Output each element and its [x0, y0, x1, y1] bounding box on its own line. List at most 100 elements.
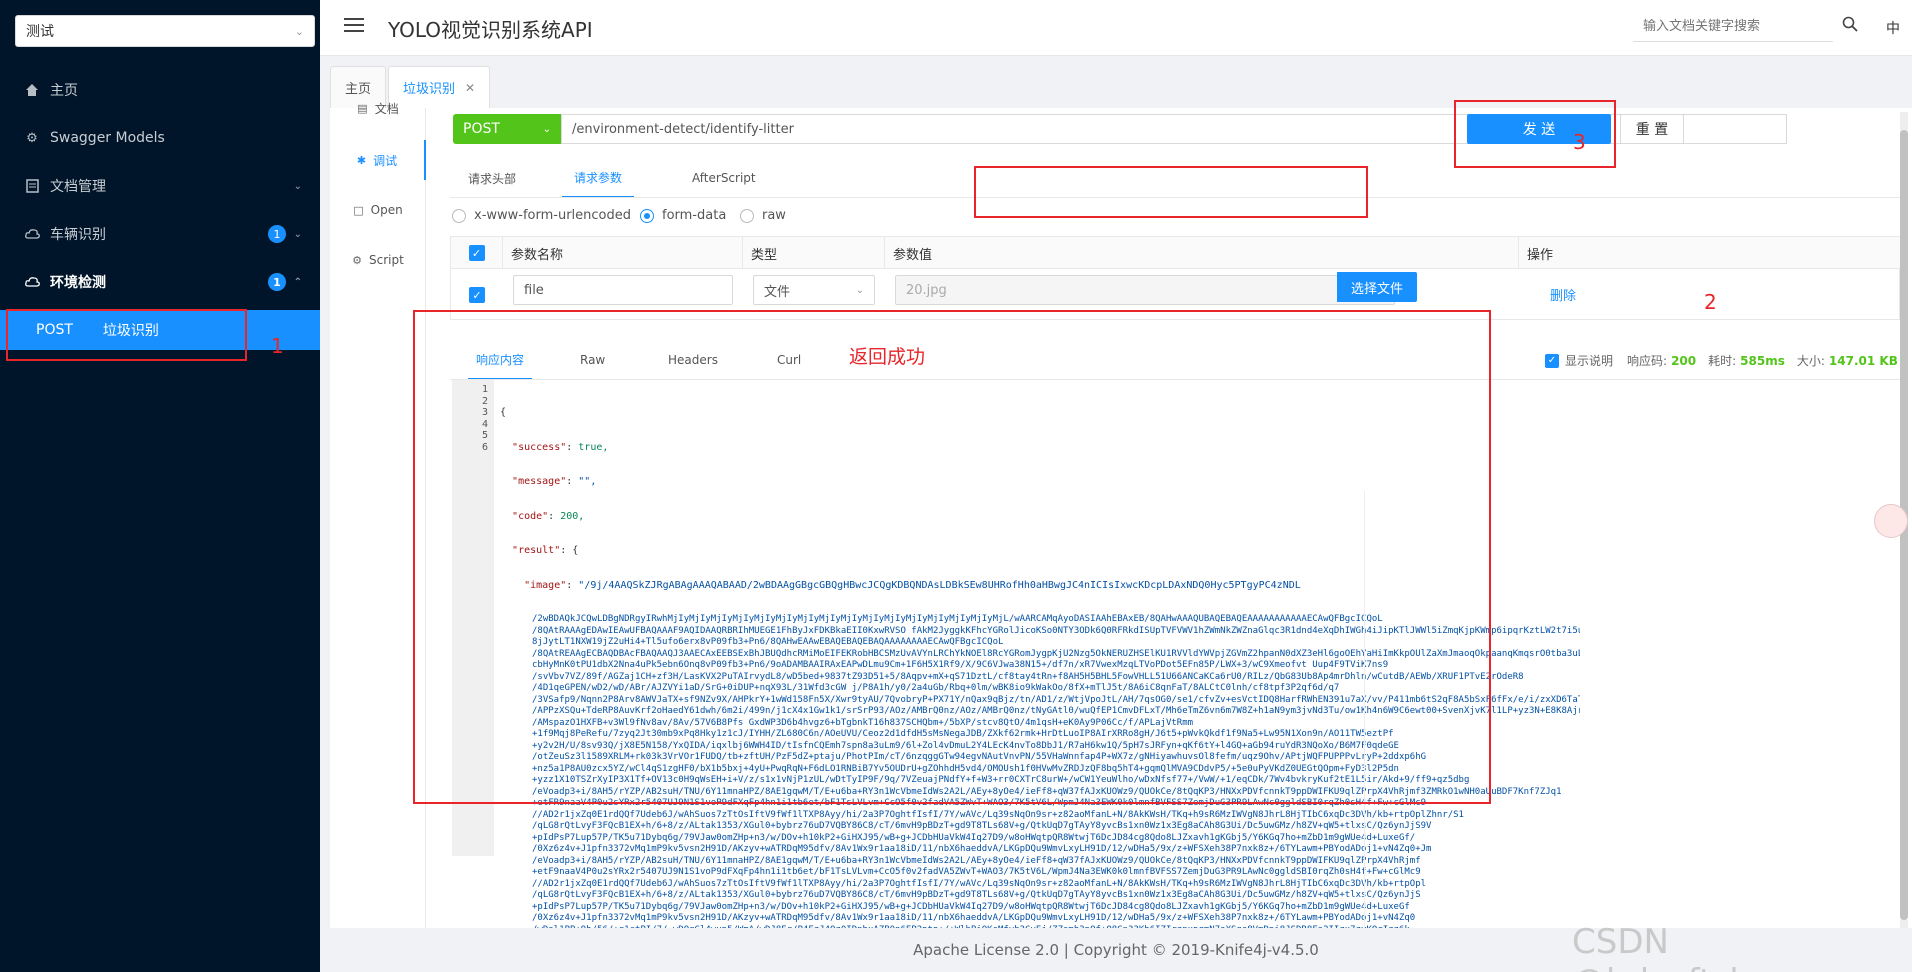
file-icon: □ [353, 203, 364, 217]
annotation-number-2: 2 [1704, 290, 1717, 314]
sidebar-item-environment[interactable]: 环境检测 1 ⌃ [0, 258, 320, 306]
http-method-select[interactable]: POST ⌄ [453, 114, 561, 144]
sidebar-item-label: Swagger Models [50, 130, 165, 146]
mini-nav-label: Open [370, 203, 403, 217]
annotation-success-note: 返回成功 [849, 346, 926, 368]
mini-nav-label: 调试 [373, 153, 398, 168]
mini-nav-doc[interactable]: ▤ 文档 [330, 96, 426, 120]
chevron-down-icon: ⌄ [855, 284, 864, 296]
base64-line: +pIdPsP7Lup57P/TK5u71Dybq6g/79VJaw0omZHp… [532, 901, 1410, 912]
chevron-down-icon: ⌄ [294, 24, 304, 38]
home-icon [24, 82, 40, 98]
param-name-value: file [524, 282, 544, 298]
cloud-icon [24, 226, 40, 242]
column-header: 操作 [1527, 247, 1554, 263]
radio-form-data[interactable]: form-data [640, 208, 726, 223]
top-header: YOLO视觉识别系统API 中 [320, 0, 1912, 56]
gear-icon: ⚙ [26, 130, 38, 146]
base64-line: /0Xz6z4v+J1pfn3372vMq1mP9kv5vsn2H91D/AKz… [532, 844, 1432, 854]
radio-label: x-www-form-urlencoded [474, 208, 632, 223]
app-title: YOLO视觉识别系统API [388, 18, 593, 42]
check-icon: ✓ [468, 245, 485, 261]
tab-label: 主页 [345, 82, 372, 97]
doc-icon: ▤ [357, 101, 368, 115]
radio-urlencoded[interactable]: x-www-form-urlencoded [452, 208, 631, 223]
base64-line: //AD2r1jxZq0E1rdQQf7Udeb6J/wAhSuos7zTtOs… [532, 878, 1427, 889]
base64-line: //AD2r1jxZq0E1rdQQf7Udeb6J/wAhSuos7zTtOs… [532, 809, 1464, 820]
reset-button[interactable]: 重 置 [1620, 114, 1684, 144]
check-icon: ✓ [469, 287, 485, 303]
annotation-box-response [413, 310, 1491, 804]
bug-icon: ✱ [356, 153, 367, 167]
column-header: 参数名称 [503, 237, 743, 269]
sidebar-item-doc-management[interactable]: 文档管理 ⌄ [0, 162, 320, 210]
status-code-value: 200 [1671, 353, 1697, 368]
annotation-number-1: 1 [271, 334, 284, 358]
annotation-box-2 [974, 166, 1368, 218]
language-switch[interactable]: 中 [1886, 18, 1900, 38]
sidebar: 测试 ⌄ 主页 ⚙ Swagger Models 文档管理 ⌄ 车辆识别 1 ⌄… [0, 0, 320, 972]
sidebar-item-vehicle[interactable]: 车辆识别 1 ⌄ [0, 210, 320, 258]
radio-label: raw [762, 208, 786, 223]
project-select[interactable]: 测试 ⌄ [15, 15, 315, 47]
sidebar-item-label: 文档管理 [50, 179, 106, 195]
radio-raw[interactable]: raw [740, 208, 786, 223]
sidebar-item-home[interactable]: 主页 [0, 66, 320, 114]
radio-dot [740, 208, 754, 223]
param-name-input[interactable]: file [513, 275, 733, 305]
url-value: /environment-detect/identify-litter [572, 121, 794, 137]
base64-line: /qLG8rQtLvyF3FQcB1EX+h/6+8/z/ALtak1353/X… [532, 821, 1432, 831]
mini-nav-debug[interactable]: ✱ 调试 [330, 140, 426, 180]
param-value-text: 20.jpg [906, 282, 947, 298]
avatar[interactable] [1874, 504, 1908, 538]
show-description-checkbox[interactable]: ✓ [1545, 353, 1559, 368]
gear-icon: ⚙ [352, 253, 363, 267]
column-header: 类型 [743, 237, 885, 269]
choose-file-button[interactable]: 选择文件 [1337, 272, 1417, 302]
close-icon[interactable]: ✕ [465, 81, 475, 95]
chevron-down-icon: ⌄ [293, 228, 302, 240]
sidebar-item-label: 车辆识别 [50, 227, 106, 243]
search-icon[interactable] [1842, 16, 1860, 34]
cloud-icon [24, 274, 40, 290]
base64-line: +etF9naaV4P0u2sYRx2r5407UJ9N1S1voP9dFXqF… [532, 867, 1421, 877]
footer-text: Apache License 2.0 | Copyright © 2019-Kn… [913, 941, 1319, 959]
row-checkbox[interactable]: ✓ [469, 287, 485, 303]
radio-label: form-data [662, 208, 727, 223]
doc-search-input[interactable] [1633, 12, 1833, 42]
annotation-number-3: 3 [1573, 130, 1586, 154]
tab-request-params[interactable]: 请求参数 [562, 158, 635, 198]
response-meta: ✓ 显示说明 响应码: 200 耗时: 585ms 大小: 147.01 KB [1545, 352, 1898, 369]
response-size-label: 大小: [1796, 354, 1825, 368]
tab-label: 垃圾识别 [403, 82, 456, 97]
page-tabs-bar: 主页 垃圾识别 ✕ [320, 56, 1912, 108]
chevron-down-icon: ⌄ [293, 180, 302, 192]
response-size-value: 147.01 KB [1828, 353, 1898, 368]
count-badge: 1 [268, 225, 286, 243]
tab-after-script[interactable]: AfterScript [692, 158, 756, 198]
elapsed-time-label: 耗时: [1708, 354, 1737, 368]
content-panel: ▤ 文档 ✱ 调试 □ Open ⚙ Script POST ⌄ /enviro… [330, 100, 1912, 972]
watermark: CSDN @hdsoft_huge [1572, 922, 1815, 972]
chevron-down-icon: ⌄ [542, 123, 551, 135]
base64-line: /0Xz6z4v+J1pfn3372vMq1mP9kv5vsn2H91D/AKz… [532, 913, 1416, 923]
menu-fold-icon[interactable] [344, 18, 364, 36]
radio-dot [640, 208, 654, 223]
sidebar-item-swagger-models[interactable]: ⚙ Swagger Models [0, 114, 320, 162]
param-type-select[interactable]: 文件 ⌄ [753, 275, 875, 305]
annotation-box-3 [1454, 100, 1616, 168]
api-detail-nav: ▤ 文档 ✱ 调试 □ Open ⚙ Script [330, 102, 426, 928]
tab-request-headers[interactable]: 请求头部 [468, 158, 516, 198]
chevron-up-icon: ⌃ [293, 276, 302, 288]
annotation-box-1 [6, 309, 247, 361]
select-all-checkbox[interactable]: ✓ [451, 237, 503, 269]
document-icon [24, 178, 40, 194]
column-header: 参数值 [885, 237, 1519, 269]
param-value-input[interactable]: 20.jpg [895, 275, 1395, 305]
mini-nav-open[interactable]: □ Open [330, 190, 426, 230]
base64-line: /qLG8rQtLvyF3FQcB1EX+h/6+8/z/ALtak1353/X… [532, 890, 1421, 900]
count-badge: 1 [268, 273, 286, 291]
sidebar-item-label: 环境检测 [50, 275, 106, 291]
mini-nav-script[interactable]: ⚙ Script [330, 240, 426, 280]
delete-link[interactable]: 删除 [1550, 285, 1576, 304]
